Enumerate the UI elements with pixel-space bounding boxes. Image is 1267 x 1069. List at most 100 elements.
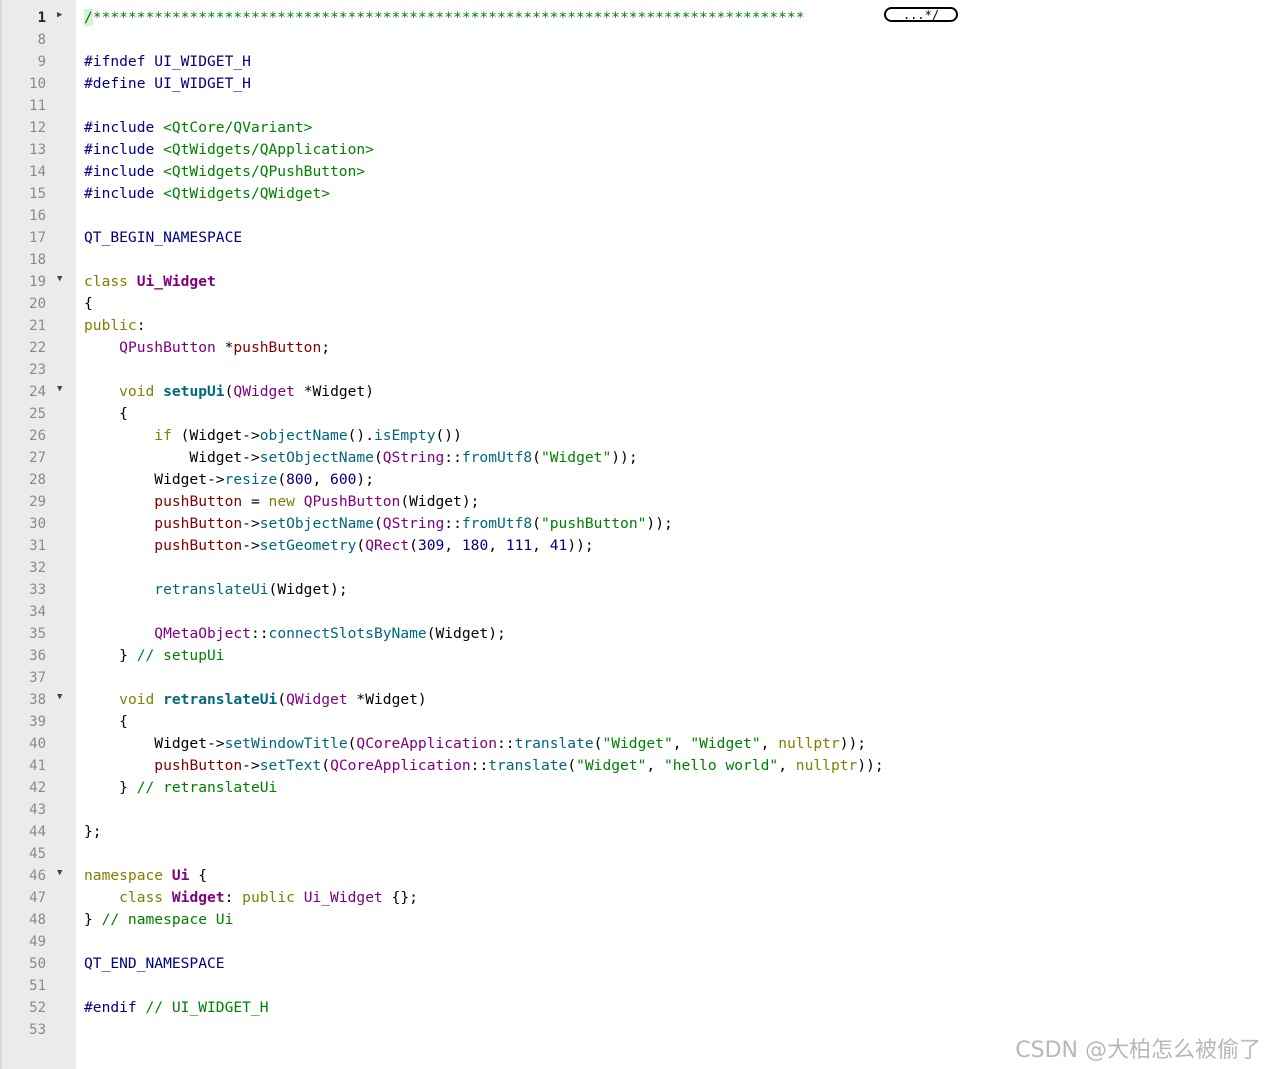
code-token: , xyxy=(488,537,506,554)
line-number: 50 xyxy=(29,956,46,972)
code-line[interactable]: 1 ▶ /*************************************… xyxy=(0,7,1267,29)
code-line[interactable]: 47 class Widget: public Ui_Widget {}; xyxy=(0,887,1267,909)
code-line[interactable]: 8 xyxy=(0,29,1267,51)
code-token: setText xyxy=(259,757,322,774)
code-line[interactable]: 43 xyxy=(0,799,1267,821)
code-line[interactable]: 39 { xyxy=(0,711,1267,733)
code-line[interactable]: 27 Widget->setObjectName(QString::fromUt… xyxy=(0,447,1267,469)
code-line[interactable]: 41 pushButton->setText(QCoreApplication:… xyxy=(0,755,1267,777)
code-text: class Ui_Widget xyxy=(84,271,216,293)
code-token: ( xyxy=(321,757,331,774)
code-token: Widget-> xyxy=(84,471,225,488)
triangle-down-icon[interactable]: ▼ xyxy=(57,383,62,395)
code-line[interactable]: 36 } // setupUi xyxy=(0,645,1267,667)
code-line[interactable]: 50 QT_END_NAMESPACE xyxy=(0,953,1267,975)
code-line[interactable]: 33 retranslateUi(Widget); xyxy=(0,579,1267,601)
code-text: pushButton = new QPushButton(Widget); xyxy=(84,491,479,513)
code-line[interactable]: 12 #include <QtCore/QVariant> xyxy=(0,117,1267,139)
triangle-down-icon[interactable]: ▼ xyxy=(57,691,62,703)
code-token: ( xyxy=(277,471,287,488)
code-token: Ui_Widget xyxy=(136,273,216,290)
triangle-right-icon[interactable]: ▶ xyxy=(57,9,62,21)
code-token: / xyxy=(84,9,93,26)
code-line[interactable]: 22 QPushButton *pushButton; xyxy=(0,337,1267,359)
code-line[interactable]: 21 public: xyxy=(0,315,1267,337)
line-number: 29 xyxy=(29,494,46,510)
code-token: , xyxy=(646,757,664,774)
code-line[interactable]: 51 xyxy=(0,975,1267,997)
code-editor[interactable]: 1 ▶/*************************************… xyxy=(0,0,1267,1069)
line-number: 38 xyxy=(29,692,46,708)
line-number: 49 xyxy=(29,934,46,950)
code-token: :: xyxy=(497,735,515,752)
code-line[interactable]: 52 #endif // UI_WIDGET_H xyxy=(0,997,1267,1019)
code-line[interactable]: 32 xyxy=(0,557,1267,579)
code-line[interactable]: 10 #define UI_WIDGET_H xyxy=(0,73,1267,95)
code-line[interactable]: 45 xyxy=(0,843,1267,865)
code-token: : xyxy=(224,889,243,906)
code-line[interactable]: 13 #include <QtWidgets/QApplication> xyxy=(0,139,1267,161)
code-line[interactable]: 24 ▼ void setupUi(QWidget *Widget) xyxy=(0,381,1267,403)
code-line[interactable]: 40 Widget->setWindowTitle(QCoreApplicati… xyxy=(0,733,1267,755)
code-token: nullptr xyxy=(778,735,840,752)
line-number: 10 xyxy=(29,76,46,92)
code-token: ; xyxy=(321,339,331,356)
code-token: }; xyxy=(84,823,102,840)
line-number: 42 xyxy=(29,780,46,796)
code-line[interactable]: 18 xyxy=(0,249,1267,271)
code-token: , xyxy=(778,757,796,774)
folded-region-marker[interactable]: ...*/ xyxy=(884,7,958,22)
code-text: class Widget: public Ui_Widget {}; xyxy=(84,887,418,909)
code-line[interactable]: 9 #ifndef UI_WIDGET_H xyxy=(0,51,1267,73)
code-line[interactable]: 28 Widget->resize(800, 600); xyxy=(0,469,1267,491)
code-token: QWidget xyxy=(286,691,348,708)
line-number: 37 xyxy=(29,670,46,686)
code-token: ()) xyxy=(435,427,462,444)
code-token: nullptr xyxy=(795,757,858,774)
code-line[interactable]: 34 xyxy=(0,601,1267,623)
code-text: /***************************************… xyxy=(84,7,804,29)
code-line[interactable]: 14 #include <QtWidgets/QPushButton> xyxy=(0,161,1267,183)
code-line[interactable]: 46 ▼ namespace Ui { xyxy=(0,865,1267,887)
code-line[interactable]: 23 xyxy=(0,359,1267,381)
code-line[interactable]: 25 { xyxy=(0,403,1267,425)
code-line[interactable]: 30 pushButton->setObjectName(QString::fr… xyxy=(0,513,1267,535)
triangle-down-icon[interactable]: ▼ xyxy=(57,273,62,285)
line-number: 26 xyxy=(29,428,46,444)
code-line[interactable]: 38 ▼ void retranslateUi(QWidget *Widget) xyxy=(0,689,1267,711)
code-line[interactable]: 49 xyxy=(0,931,1267,953)
code-line[interactable]: 31 pushButton->setGeometry(QRect(309, 18… xyxy=(0,535,1267,557)
code-text: QMetaObject::connectSlotsByName(Widget); xyxy=(84,623,505,645)
code-line[interactable]: 17 QT_BEGIN_NAMESPACE xyxy=(0,227,1267,249)
code-token: pushButton xyxy=(154,515,243,532)
code-line[interactable]: 26 if (Widget->objectName().isEmpty()) xyxy=(0,425,1267,447)
code-line[interactable]: 11 xyxy=(0,95,1267,117)
code-text: Widget->setWindowTitle(QCoreApplication:… xyxy=(84,733,866,755)
code-line[interactable]: 19 ▼ class Ui_Widget xyxy=(0,271,1267,293)
code-text: #define UI_WIDGET_H xyxy=(84,73,251,95)
code-token: )); xyxy=(611,449,638,466)
code-token: )); xyxy=(567,537,594,554)
code-line[interactable]: 20 { xyxy=(0,293,1267,315)
line-number: 33 xyxy=(29,582,46,598)
code-token: "Widget" xyxy=(602,735,673,752)
code-token: 111 xyxy=(505,537,533,554)
code-line[interactable]: 44}; xyxy=(0,821,1267,843)
line-number: 30 xyxy=(29,516,46,532)
code-lines[interactable]: 1 ▶/*************************************… xyxy=(0,7,1267,1041)
code-token: "hello world" xyxy=(663,757,779,774)
code-line[interactable]: 15 #include <QtWidgets/QWidget> xyxy=(0,183,1267,205)
code-line[interactable]: 37 xyxy=(0,667,1267,689)
code-line[interactable]: 29 pushButton = new QPushButton(Widget); xyxy=(0,491,1267,513)
code-line[interactable]: 48} // namespace Ui xyxy=(0,909,1267,931)
code-token: <QtWidgets/QPushButton> xyxy=(163,163,366,180)
code-text: #ifndef UI_WIDGET_H xyxy=(84,51,251,73)
code-token: : xyxy=(136,317,146,334)
code-line[interactable]: 16 xyxy=(0,205,1267,227)
code-token: -> xyxy=(242,757,260,774)
code-line[interactable]: 35 QMetaObject::connectSlotsByName(Widge… xyxy=(0,623,1267,645)
code-text: if (Widget->objectName().isEmpty()) xyxy=(84,425,462,447)
code-line[interactable]: 42 } // retranslateUi xyxy=(0,777,1267,799)
triangle-down-icon[interactable]: ▼ xyxy=(57,867,62,879)
